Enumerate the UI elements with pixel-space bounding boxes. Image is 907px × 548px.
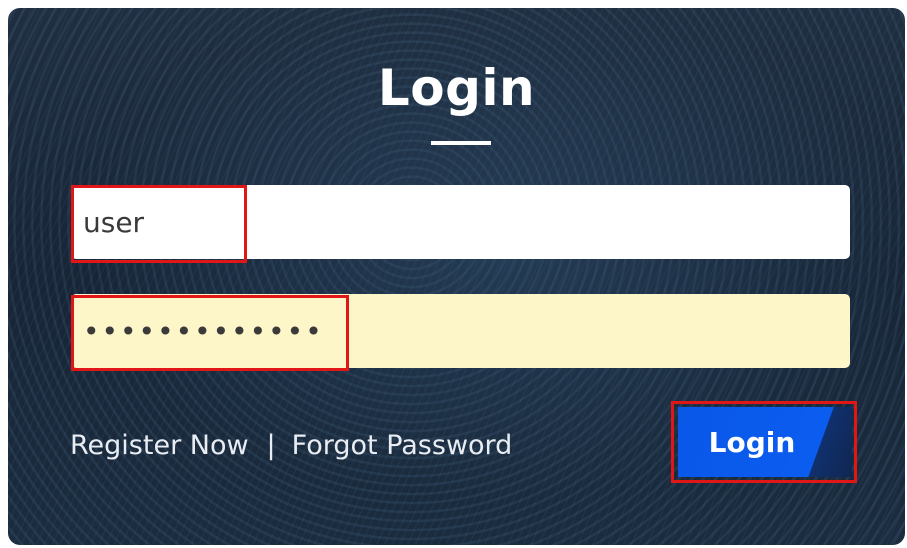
username-input[interactable] — [71, 185, 850, 259]
auth-links: Register Now | Forgot Password — [70, 426, 512, 466]
register-now-link[interactable]: Register Now — [70, 430, 249, 461]
link-separator: | — [266, 430, 276, 461]
login-title: Login — [377, 59, 536, 117]
login-panel: Login Register Now | Forgot Password Login — [8, 8, 905, 545]
title-underline — [431, 141, 491, 145]
forgot-password-link[interactable]: Forgot Password — [292, 430, 513, 461]
login-button[interactable]: Login — [678, 407, 852, 477]
password-input[interactable] — [71, 294, 850, 368]
